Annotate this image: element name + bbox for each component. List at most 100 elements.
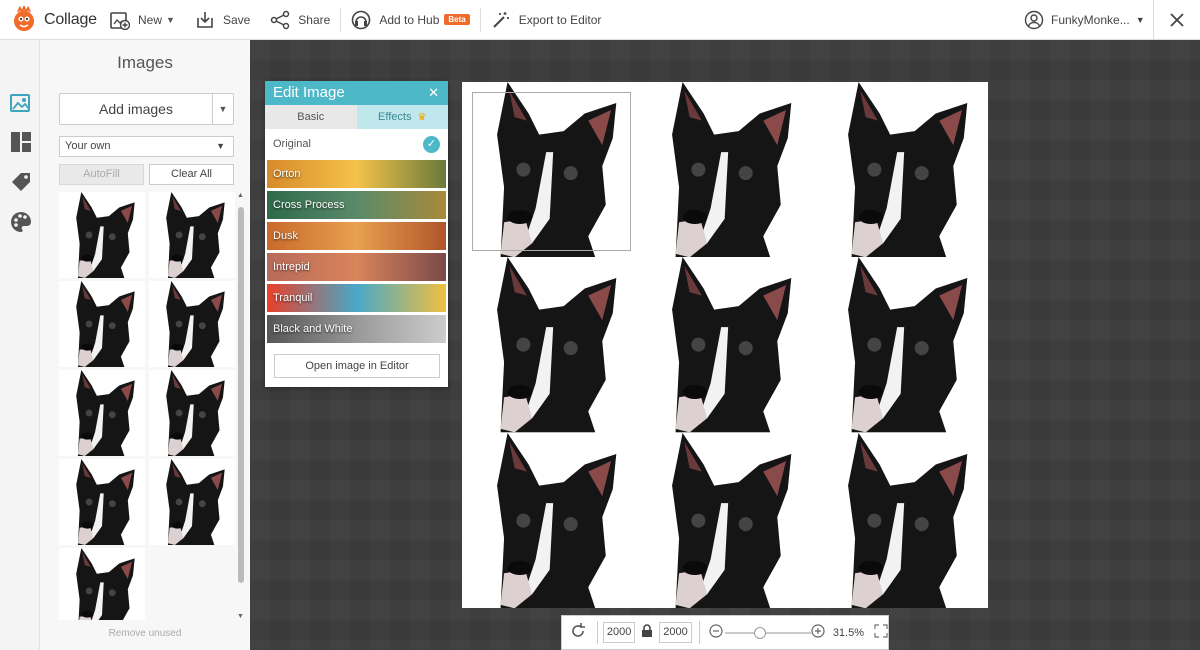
- thumbnails-scrollbar[interactable]: ▲ ▼: [237, 192, 245, 620]
- dog-photo: [166, 281, 225, 367]
- image-thumbnail[interactable]: [59, 459, 145, 545]
- share-icon: [271, 10, 290, 29]
- user-menu[interactable]: FunkyMonke... ▼: [1024, 0, 1145, 40]
- zoom-slider-handle[interactable]: [754, 626, 767, 639]
- image-thumbnail[interactable]: [149, 370, 235, 456]
- scroll-down-icon: ▼: [237, 613, 244, 620]
- remove-unused-button[interactable]: Remove unused: [40, 628, 250, 639]
- fullscreen-button[interactable]: [874, 624, 888, 641]
- effect-original-label: Original: [273, 138, 311, 150]
- tab-basic[interactable]: Basic: [265, 105, 357, 129]
- effect-original[interactable]: Original ✓: [265, 129, 448, 160]
- panel-title: Images: [117, 53, 173, 72]
- new-collage-icon: [110, 11, 130, 30]
- share-button[interactable]: Share: [260, 0, 340, 40]
- collage-cell[interactable]: [637, 432, 812, 608]
- add-images-button[interactable]: Add images ▼: [59, 93, 234, 125]
- add-images-label: Add images: [60, 94, 213, 124]
- hub-label: Add to Hub: [379, 12, 440, 27]
- tab-effects[interactable]: Effects ♛: [356, 105, 448, 129]
- new-label: New: [138, 12, 163, 27]
- chevron-down-icon: ▼: [216, 141, 225, 151]
- collage-cell[interactable]: [813, 257, 988, 433]
- height-input[interactable]: 2000: [659, 622, 692, 643]
- new-button[interactable]: New ▼: [100, 0, 185, 40]
- collage-cell[interactable]: [813, 82, 988, 258]
- effect-option[interactable]: Dusk: [267, 222, 446, 250]
- effect-label: Cross Process: [273, 199, 345, 211]
- dog-photo: [166, 192, 225, 278]
- effect-label: Orton: [273, 168, 301, 180]
- app-name: Collage: [44, 10, 97, 28]
- chevron-down-icon: ▼: [218, 104, 228, 114]
- collage-cell[interactable]: [462, 257, 637, 433]
- add-to-hub-button[interactable]: Add to Hub Beta: [341, 0, 479, 40]
- collage-cell[interactable]: [637, 257, 812, 433]
- width-input[interactable]: 2000: [602, 622, 636, 643]
- dog-photo: [672, 82, 792, 258]
- zoom-percent: 31.5%: [832, 626, 865, 639]
- beta-badge: Beta: [444, 14, 470, 25]
- dog-photo: [497, 257, 617, 433]
- dialog-header: Edit Image ✕: [265, 81, 448, 105]
- export-to-editor-button[interactable]: Export to Editor: [481, 0, 612, 40]
- dog-photo: [166, 459, 225, 545]
- canvas-bottom-bar: 2000 2000 31.5%: [561, 615, 889, 650]
- user-avatar-icon: [1024, 10, 1044, 30]
- open-in-editor-button[interactable]: Open image in Editor: [274, 354, 440, 378]
- image-thumbnail[interactable]: [59, 192, 145, 278]
- edit-image-dialog: Edit Image ✕ Basic Effects ♛ Original ✓ O…: [265, 81, 448, 387]
- save-button[interactable]: Save: [185, 0, 260, 40]
- dog-photo: [847, 82, 967, 258]
- share-label: Share: [298, 12, 331, 27]
- effect-option[interactable]: Intrepid: [267, 253, 446, 281]
- clear-all-button[interactable]: Clear All: [149, 164, 234, 185]
- rotate-button[interactable]: [569, 622, 587, 643]
- effect-label: Intrepid: [273, 261, 310, 273]
- effect-option[interactable]: Cross Process: [267, 191, 446, 219]
- images-tool[interactable]: [8, 90, 34, 116]
- aspect-lock[interactable]: [641, 624, 653, 641]
- collage-canvas[interactable]: [462, 82, 988, 608]
- zoom-out-button[interactable]: [709, 624, 723, 641]
- effect-option[interactable]: Black and White: [267, 315, 446, 343]
- image-thumbnail[interactable]: [149, 281, 235, 367]
- image-thumbnail[interactable]: [149, 459, 235, 545]
- close-button[interactable]: [1153, 0, 1200, 40]
- design-tool[interactable]: [8, 209, 34, 235]
- close-icon[interactable]: ✕: [428, 81, 439, 105]
- export-label: Export to Editor: [518, 12, 602, 27]
- zoom-in-button[interactable]: [811, 624, 825, 641]
- user-name: FunkyMonke...: [1051, 13, 1130, 27]
- image-thumbnail[interactable]: [59, 281, 145, 367]
- bar-divider: [698, 621, 700, 644]
- magic-wand-icon: [493, 11, 509, 28]
- rotate-icon: [572, 623, 585, 637]
- app-logo[interactable]: Collage: [0, 0, 100, 40]
- autofill-button[interactable]: AutoFill: [59, 164, 144, 185]
- layouts-tool[interactable]: [8, 129, 34, 155]
- effect-label: Tranquil: [273, 292, 313, 304]
- scrollbar-thumb[interactable]: [238, 207, 244, 583]
- palette-icon: [11, 212, 31, 232]
- image-thumbnail[interactable]: [149, 192, 235, 278]
- image-source-select[interactable]: Your own ▼: [59, 136, 234, 157]
- collage-cell[interactable]: [637, 82, 812, 258]
- zoom-slider[interactable]: [724, 625, 811, 641]
- collage-cell[interactable]: [813, 432, 988, 608]
- add-images-dropdown[interactable]: ▼: [213, 94, 233, 124]
- collage-cell[interactable]: [462, 82, 637, 258]
- effect-option[interactable]: Orton: [267, 160, 446, 188]
- stickers-tool[interactable]: [8, 169, 34, 195]
- image-thumbnail[interactable]: [59, 548, 145, 620]
- close-icon: [1170, 13, 1184, 27]
- dog-photo: [76, 459, 135, 545]
- dog-photo: [672, 257, 792, 433]
- images-panel: Images Add images ▼ Your own ▼ AutoFill …: [40, 40, 250, 650]
- collage-cell[interactable]: [462, 432, 637, 608]
- dog-photo: [847, 432, 967, 608]
- effect-option[interactable]: Tranquil: [267, 284, 446, 312]
- image-thumbnail[interactable]: [59, 370, 145, 456]
- lock-icon: [642, 624, 653, 637]
- zoom-in-icon: [811, 624, 825, 638]
